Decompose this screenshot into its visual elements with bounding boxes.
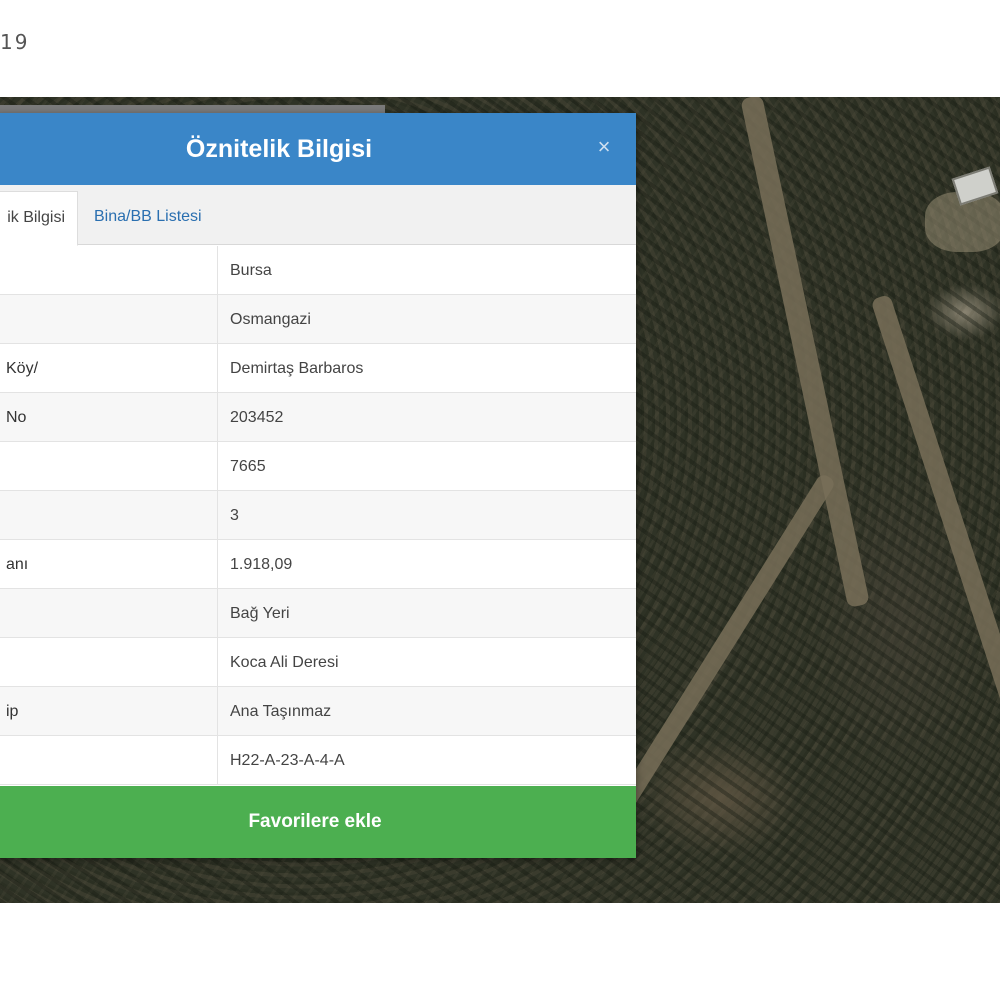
- table-row: H22-A-23-A-4-A: [0, 736, 636, 785]
- tab-building-list-label: Bina/BB Listesi: [94, 208, 202, 225]
- table-row: anı 1.918,09: [0, 540, 636, 589]
- add-to-favorites-button[interactable]: Favorilere ekle: [0, 786, 636, 858]
- attribute-info-dialog: Öznitelik Bilgisi × ik Bilgisi Bina/BB L…: [0, 113, 636, 858]
- dialog-tabs: ik Bilgisi Bina/BB Listesi: [0, 185, 636, 246]
- table-row: /Köy Demirtaş Barbaros: [0, 344, 636, 393]
- attribute-value-cell: 3: [230, 507, 239, 524]
- attribute-key-label: ip: [6, 703, 19, 720]
- tab-building-list[interactable]: Bina/BB Listesi: [80, 191, 216, 246]
- attribute-table: Bursa Osmangazi/Köy Demirtaş Barbaros No 203…: [0, 246, 636, 786]
- close-icon[interactable]: ×: [592, 135, 616, 159]
- attribute-key-label: anı: [6, 556, 29, 573]
- dialog-title: Öznitelik Bilgisi: [185, 135, 373, 163]
- attribute-key-label: /Köy: [6, 360, 39, 377]
- attribute-key-cell: [0, 246, 218, 295]
- table-row: ip Ana Taşınmaz: [0, 687, 636, 736]
- tab-attribute-info[interactable]: ik Bilgisi: [0, 191, 78, 246]
- attribute-value-cell: 1.918,09: [230, 556, 293, 573]
- table-row: 3: [0, 491, 636, 540]
- attribute-key-cell: No: [0, 393, 218, 442]
- attribute-value-cell: 203452: [230, 409, 284, 426]
- table-row: Osmangazi: [0, 295, 636, 344]
- table-row: Bursa: [0, 246, 636, 295]
- table-row: No 203452: [0, 393, 636, 442]
- attribute-key-label: No: [6, 409, 27, 426]
- attribute-value-cell: H22-A-23-A-4-A: [230, 752, 345, 769]
- attribute-key-cell: [0, 589, 218, 638]
- table-row: 7665: [0, 442, 636, 491]
- attribute-value-cell: Bursa: [230, 262, 272, 279]
- attribute-key-cell: [0, 736, 218, 785]
- attribute-key-cell: [0, 295, 218, 344]
- table-row: Koca Ali Deresi: [0, 638, 636, 687]
- table-row: Bağ Yeri: [0, 589, 636, 638]
- attribute-value-cell: Bağ Yeri: [230, 605, 290, 622]
- attribute-value-cell: 7665: [230, 458, 266, 475]
- attribute-value-cell: Koca Ali Deresi: [230, 654, 339, 671]
- dialog-header: Öznitelik Bilgisi ×: [0, 113, 636, 185]
- map-dirt-road: [870, 293, 1000, 871]
- tab-attribute-info-label: ik Bilgisi: [7, 209, 65, 226]
- attribute-value-cell: Demirtaş Barbaros: [230, 360, 364, 377]
- page-top-fragment-text: 19: [0, 30, 30, 54]
- attribute-value-cell: Osmangazi: [230, 311, 311, 328]
- attribute-key-cell: /Köy: [0, 344, 218, 393]
- attribute-key-cell: [0, 638, 218, 687]
- map-toolbar-strip: [0, 105, 385, 113]
- attribute-key-cell: ip: [0, 687, 218, 736]
- attribute-key-cell: [0, 442, 218, 491]
- attribute-value-cell: Ana Taşınmaz: [230, 703, 332, 720]
- attribute-key-cell: [0, 491, 218, 540]
- attribute-key-cell: anı: [0, 540, 218, 589]
